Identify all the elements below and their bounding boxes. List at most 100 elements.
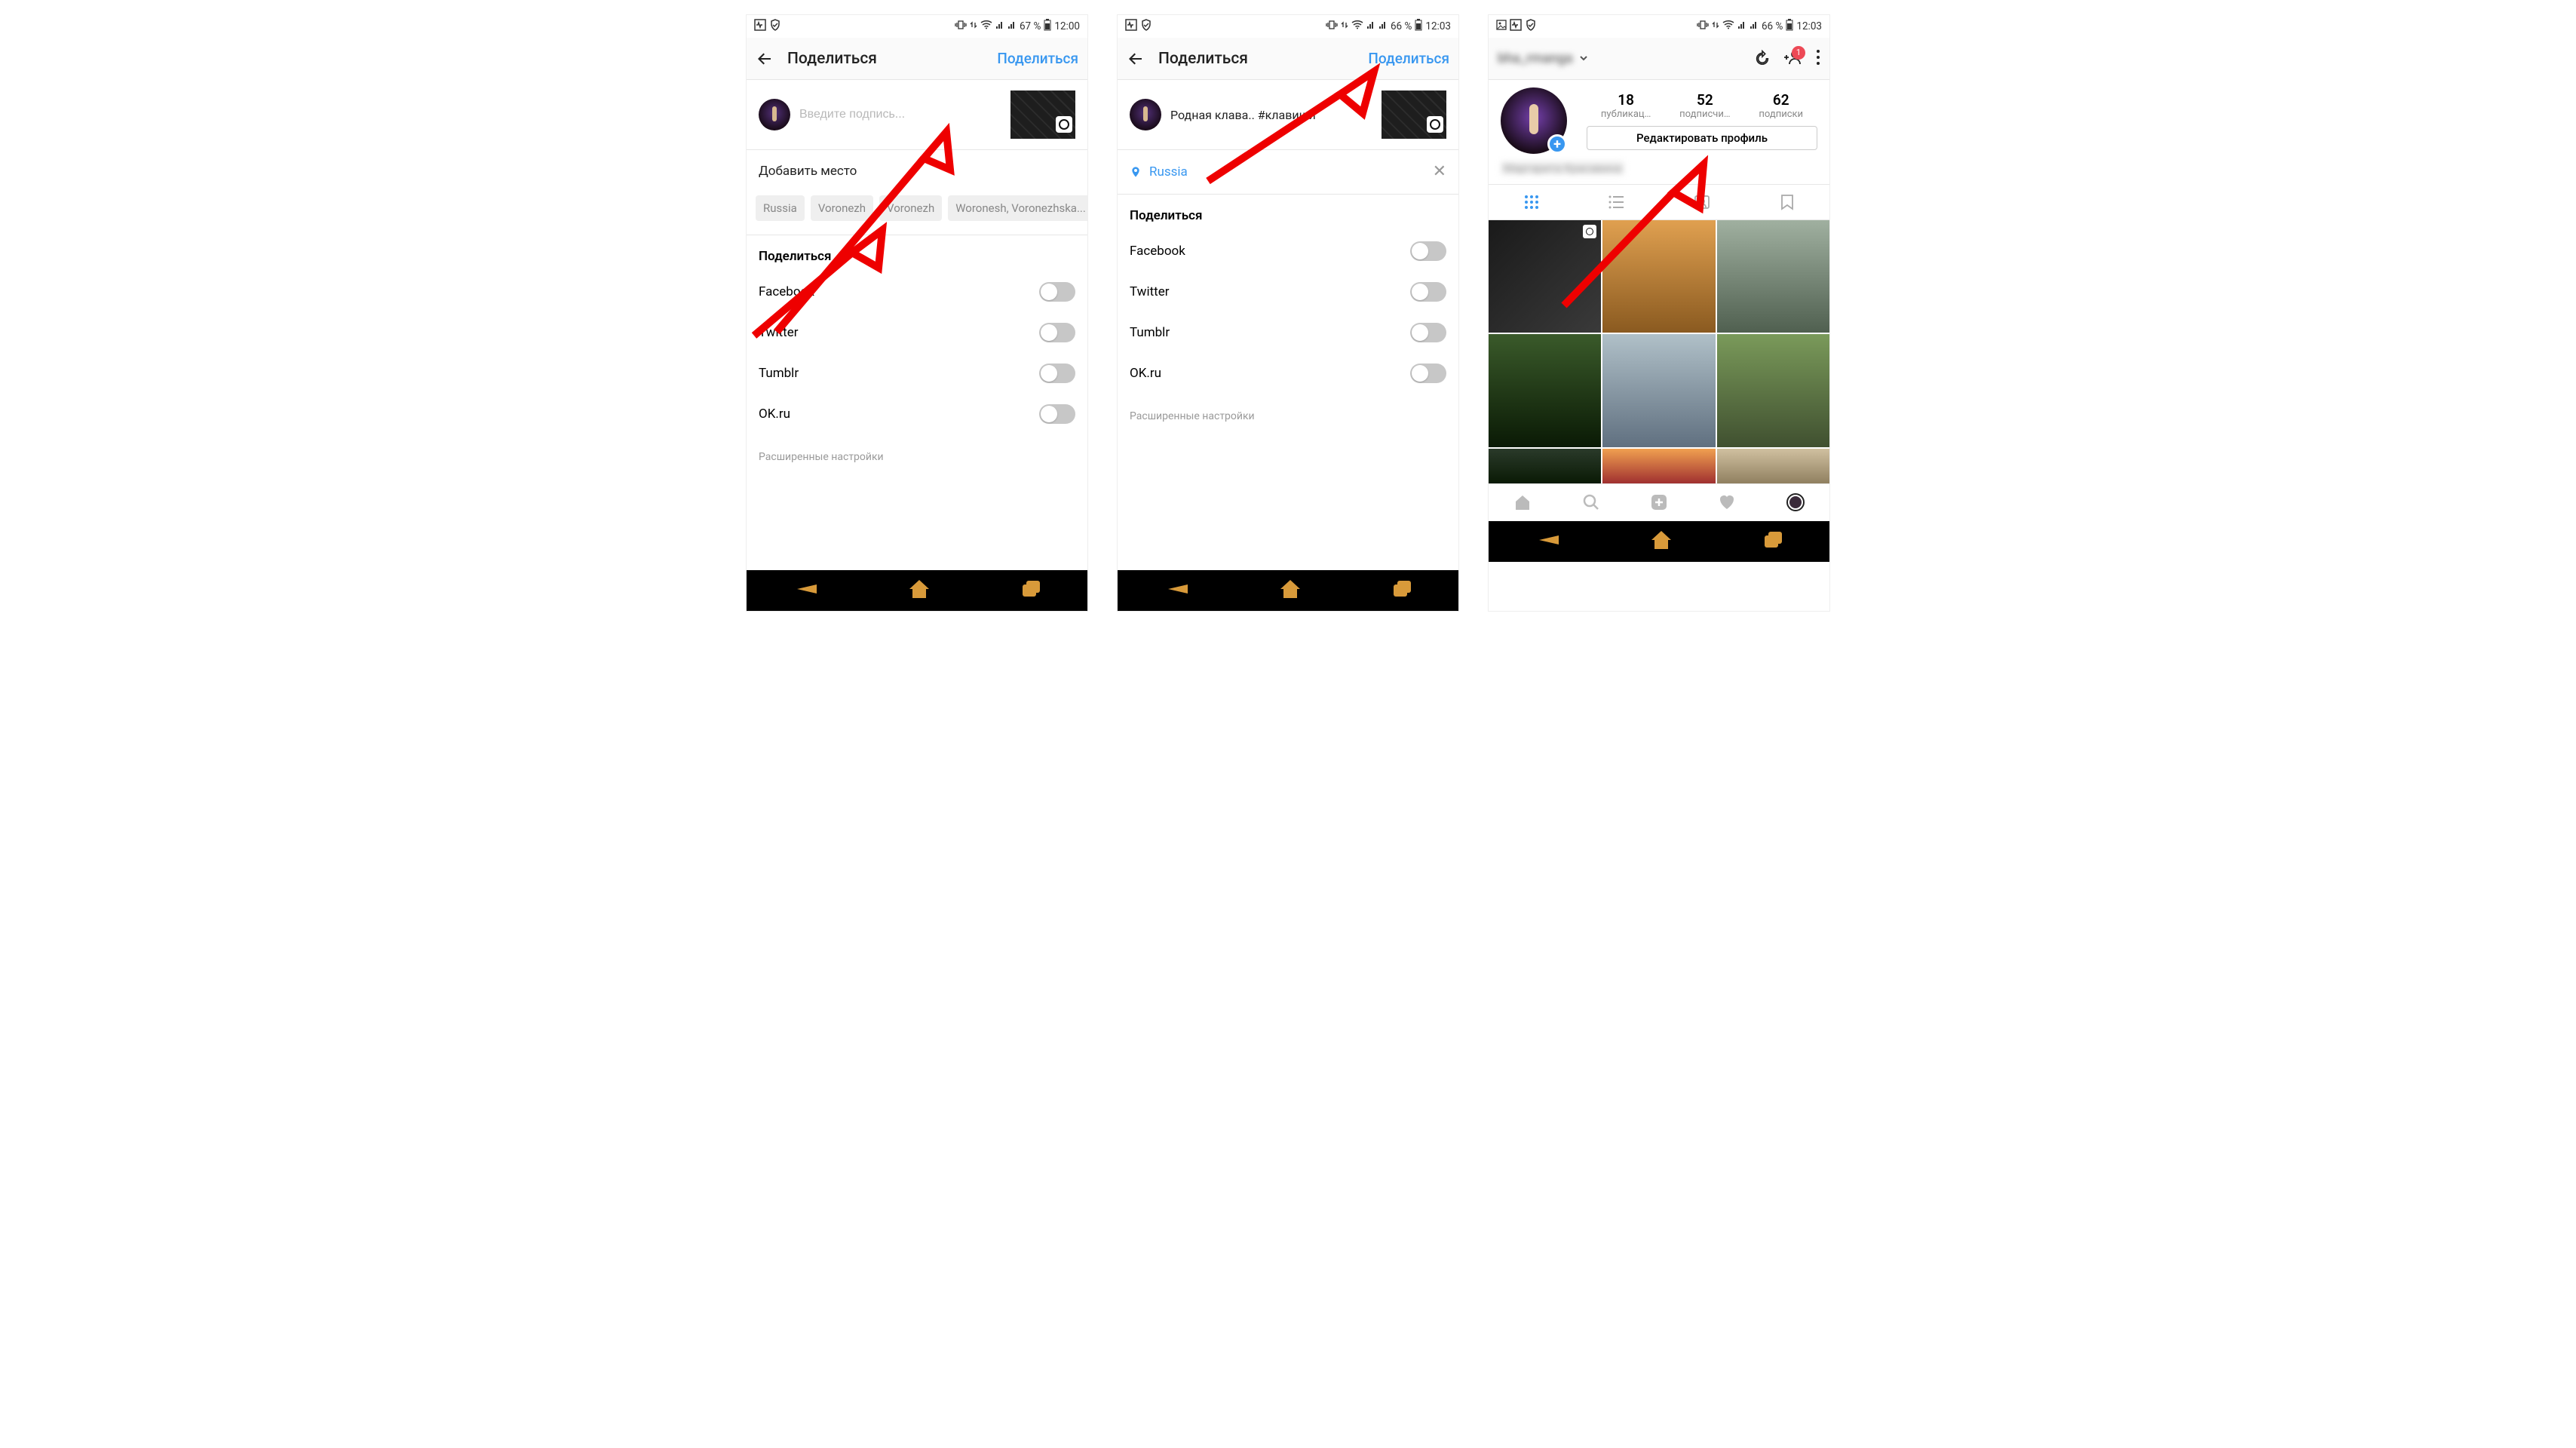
status-bar: 66 % 12:03 [1118,15,1458,38]
clear-location-icon[interactable]: ✕ [1433,164,1446,180]
grid-photo[interactable] [1602,449,1715,483]
chevron-down-icon[interactable] [1579,51,1588,66]
toggle[interactable] [1410,364,1446,383]
chip[interactable]: Voronezh [811,195,873,221]
tab-list[interactable] [1574,185,1659,219]
grid-photo[interactable] [1717,334,1829,446]
caption-input[interactable] [799,108,1001,121]
toggle[interactable] [1410,323,1446,342]
tab-grid[interactable] [1489,185,1574,219]
battery-icon [1415,19,1422,34]
share-tumblr[interactable]: Tumblr [747,353,1087,394]
nav-add-tab[interactable] [1650,493,1668,511]
nav-home-icon[interactable] [1279,578,1302,603]
stat-posts[interactable]: 18 публикац… [1601,91,1651,120]
advanced-settings-link[interactable]: Расширенные настройки [747,434,1087,480]
android-nav-bar [1489,521,1829,562]
nav-back-icon[interactable] [1533,531,1560,552]
status-bar: 67 % 12:00 [747,15,1087,38]
tab-saved[interactable] [1744,185,1829,219]
nav-back-icon[interactable] [791,580,818,601]
vibrate-icon [1697,20,1709,33]
photo-grid [1489,220,1829,483]
share-okru[interactable]: OK.ru [1118,353,1458,394]
nav-recent-icon[interactable] [1020,579,1043,602]
chip[interactable]: Russia [756,195,805,221]
multi-photo-icon [1583,225,1596,238]
screen-1-share-empty: 67 % 12:00 Поделиться Поделиться Добавит… [747,15,1087,611]
app-bar: Поделиться Поделиться [747,38,1087,80]
profile-avatar[interactable]: + [1501,87,1567,154]
share-label: Facebook [1130,244,1185,259]
tab-tagged[interactable] [1659,185,1744,219]
discover-people-icon[interactable]: 1 [1784,49,1802,69]
wifi-icon [1351,20,1363,32]
share-tumblr[interactable]: Tumblr [1118,312,1458,353]
shield-icon [1140,19,1152,34]
archive-icon[interactable] [1754,49,1771,69]
grid-photo[interactable] [1602,220,1715,333]
toggle[interactable] [1039,364,1075,383]
nav-home-icon[interactable] [908,578,931,603]
grid-photo[interactable] [1717,220,1829,333]
add-story-plus-icon[interactable]: + [1547,134,1567,154]
nav-recent-icon[interactable] [1762,530,1785,553]
caption-text[interactable]: Родная клава.. #клавиши [1170,106,1372,124]
profile-header: + 18 публикац… 52 подписчи… 62 подписки … [1489,80,1829,157]
toggle[interactable] [1410,282,1446,302]
grid-photo[interactable] [1602,334,1715,446]
share-facebook[interactable]: Facebook [747,272,1087,312]
share-button[interactable]: Поделиться [1368,50,1449,67]
chip[interactable]: Voronezh [879,195,942,221]
grid-photo[interactable] [1489,449,1601,483]
pulse-icon [1125,19,1137,34]
profile-tabs [1489,184,1829,220]
shield-icon [1525,19,1537,34]
add-location-row[interactable]: Добавить место [747,150,1087,192]
nav-activity-tab[interactable] [1718,494,1736,511]
advanced-settings-link[interactable]: Расширенные настройки [1118,394,1458,439]
selected-location-row[interactable]: Russia ✕ [1118,150,1458,194]
nav-profile-tab[interactable] [1786,493,1805,511]
share-section-header: Поделиться [1118,195,1458,231]
menu-dots-icon[interactable] [1816,49,1820,69]
selected-location-name: Russia [1149,164,1188,179]
battery-icon [1044,19,1051,34]
grid-photo[interactable] [1717,449,1829,483]
photo-thumbnail[interactable] [1010,90,1075,139]
share-twitter[interactable]: Twitter [1118,272,1458,312]
toggle[interactable] [1039,282,1075,302]
nav-home-tab[interactable] [1513,493,1532,511]
grid-photo[interactable] [1489,334,1601,446]
username-dropdown[interactable]: bha_rmanga [1498,51,1573,66]
share-label: OK.ru [1130,366,1161,381]
toggle[interactable] [1039,404,1075,424]
updown-icon [1712,20,1719,33]
grid-photo[interactable] [1489,220,1601,333]
nav-search-tab[interactable] [1582,493,1600,511]
back-icon[interactable] [1127,50,1145,68]
display-name: Маргарита Красавина [1489,157,1829,184]
share-okru[interactable]: OK.ru [747,394,1087,434]
nav-home-icon[interactable] [1650,529,1673,554]
share-twitter[interactable]: Twitter [747,312,1087,353]
back-icon[interactable] [756,50,774,68]
screen-3-profile: 66 % 12:03 bha_rmanga 1 + 18 публик [1489,15,1829,611]
share-facebook[interactable]: Facebook [1118,231,1458,272]
nav-recent-icon[interactable] [1391,579,1414,602]
toggle[interactable] [1039,323,1075,342]
chip[interactable]: Woronesh, Voronezhska... [948,195,1087,221]
edit-profile-button[interactable]: Редактировать профиль [1587,126,1817,150]
toggle[interactable] [1410,241,1446,261]
photo-thumbnail[interactable] [1382,90,1446,139]
app-bar: Поделиться Поделиться [1118,38,1458,80]
signal-icon-2 [1378,20,1388,32]
nav-back-icon[interactable] [1162,580,1189,601]
stat-label: подписки [1759,109,1803,120]
location-pin-icon [1130,166,1142,178]
stat-followers[interactable]: 52 подписчи… [1679,91,1730,120]
stat-label: публикац… [1601,109,1651,120]
share-button[interactable]: Поделиться [997,50,1078,67]
location-suggestions: Russia Voronezh Voronezh Woronesh, Voron… [747,192,1087,235]
stat-following[interactable]: 62 подписки [1759,91,1803,120]
